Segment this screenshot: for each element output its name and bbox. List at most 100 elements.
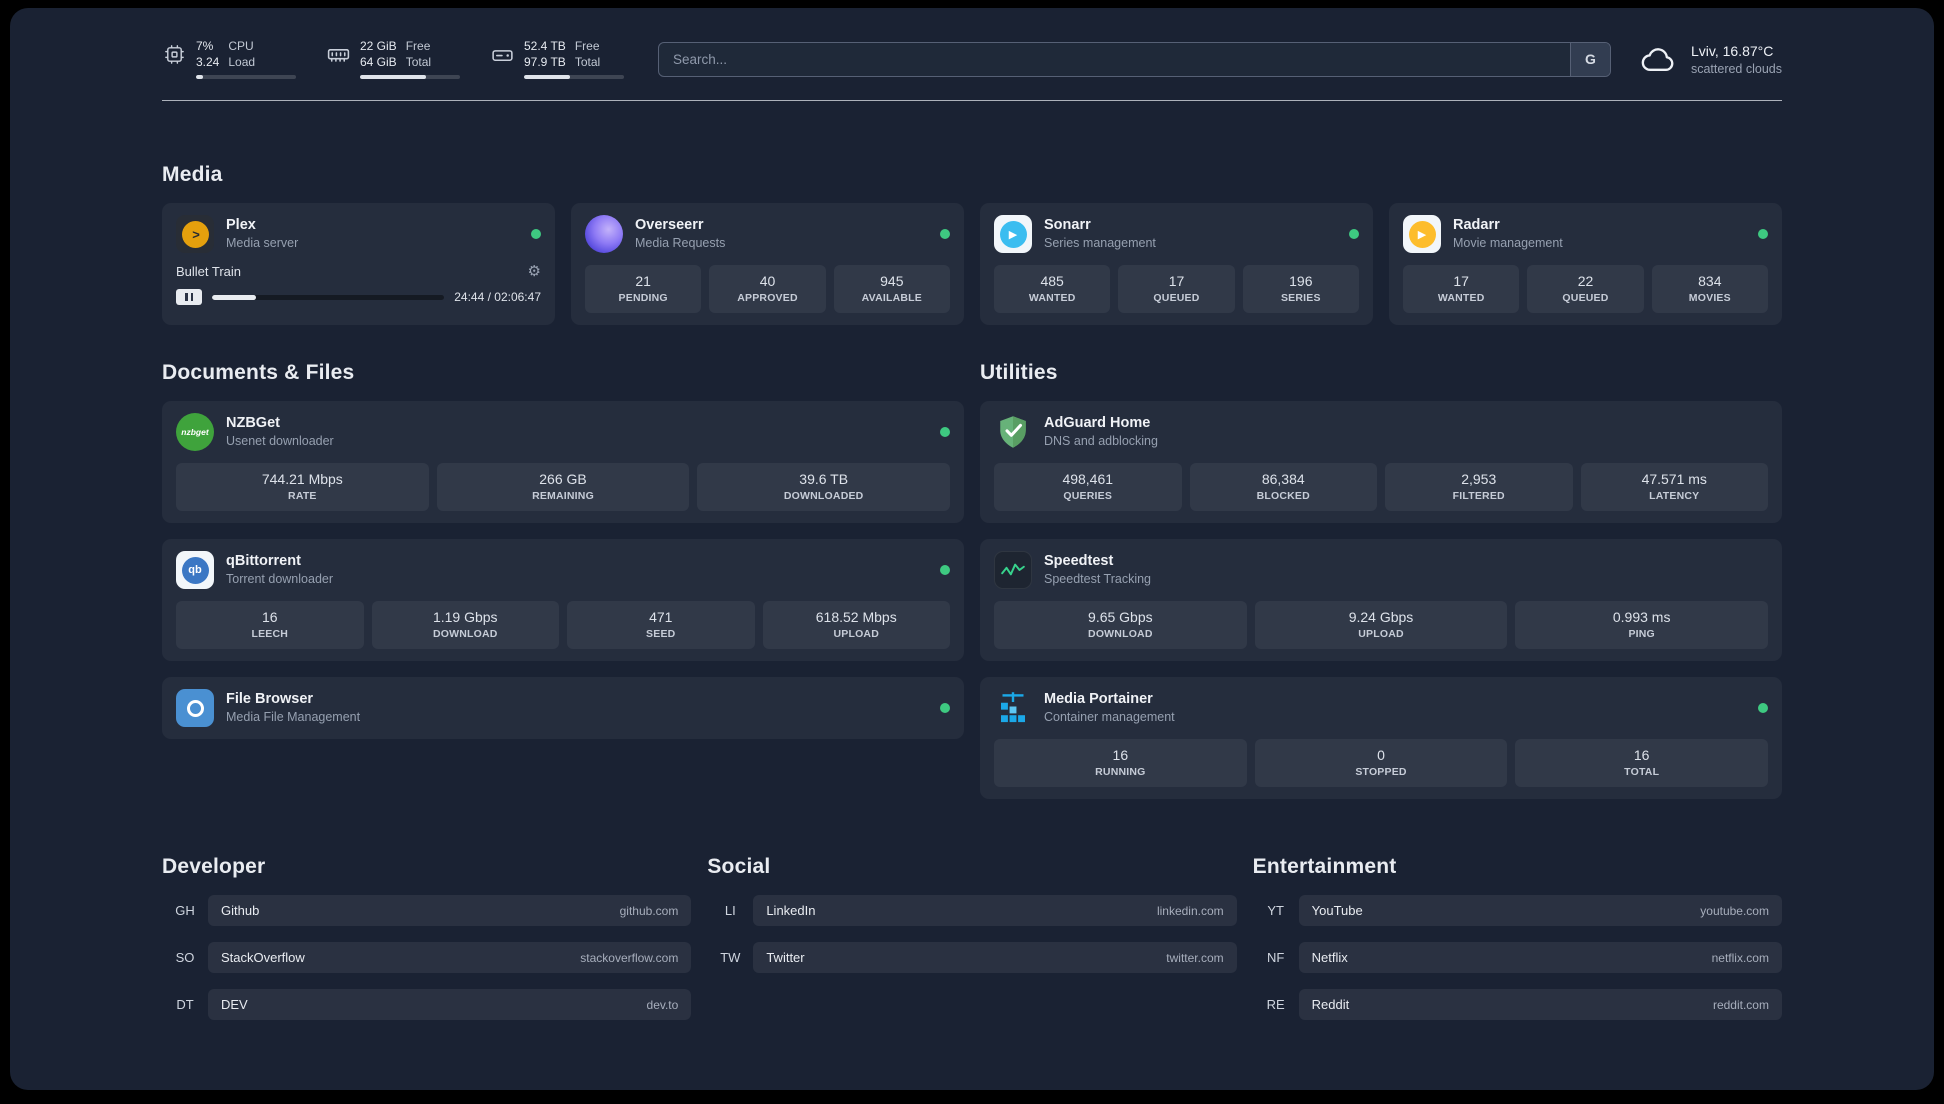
- service-subtitle: Media File Management: [226, 710, 361, 725]
- bookmark-body: Netflix netflix.com: [1298, 942, 1782, 973]
- status-dot: [531, 229, 541, 239]
- ram-usage-bar: [360, 75, 460, 80]
- stat-box: 196 SERIES: [1242, 265, 1359, 313]
- service-card-portainer[interactable]: Media Portainer Container management 16 …: [980, 677, 1782, 799]
- section-title-developer: Developer: [162, 855, 266, 878]
- stat-box: 86,384 BLOCKED: [1189, 463, 1377, 511]
- dashboard-window: 7% 3.24 CPU Load 22 GiB 64 GiB Free Tota…: [10, 8, 1934, 1090]
- section-utilities: Utilities AdGuard Home DNS and adblockin…: [980, 361, 1782, 799]
- disk-usage-bar: [524, 75, 624, 80]
- disk-values: 52.4 TB 97.9 TB: [524, 39, 566, 70]
- search-input[interactable]: [659, 42, 1570, 76]
- stat-box: 16 RUNNING: [994, 739, 1247, 787]
- bookmark-linkedin[interactable]: LI LinkedIn linkedin.com: [707, 895, 1237, 926]
- bookmark-body: Github github.com: [208, 895, 692, 926]
- status-dot: [1758, 229, 1768, 239]
- service-name: Plex: [226, 217, 256, 234]
- service-card-overseerr[interactable]: Overseerr Media Requests 21 PENDING 40 A…: [571, 203, 964, 325]
- filebrowser-icon: [176, 689, 214, 727]
- service-name: qBittorrent: [226, 553, 301, 570]
- status-dot: [940, 427, 950, 437]
- stat-box: 17 WANTED: [1403, 265, 1520, 313]
- stat-box: 471 SEED: [567, 601, 755, 649]
- adguard-shield-icon: [994, 413, 1032, 451]
- service-name: NZBGet: [226, 415, 280, 432]
- bookmark-dev[interactable]: DT DEV dev.to: [162, 989, 692, 1020]
- section-title-utilities: Utilities: [980, 361, 1058, 384]
- section-title-social: Social: [707, 855, 771, 878]
- cpu-values: 7% 3.24: [196, 39, 219, 70]
- stat-box: 16 LEECH: [176, 601, 364, 649]
- nzbget-icon: nzbget: [176, 413, 214, 451]
- gear-icon[interactable]: ⚙: [528, 264, 541, 279]
- cpu-labels: CPU Load: [228, 38, 256, 69]
- bookmark-github[interactable]: GH Github github.com: [162, 895, 692, 926]
- stat-box: 2,953 FILTERED: [1385, 463, 1573, 511]
- service-card-plex[interactable]: > Plex Media server Bullet Train ⚙ 24:44…: [162, 203, 555, 325]
- bookmark-netflix[interactable]: NF Netflix netflix.com: [1253, 942, 1782, 973]
- section-title-entertainment: Entertainment: [1252, 855, 1397, 878]
- service-subtitle: Media Requests: [635, 236, 726, 251]
- bookmark-stackoverflow[interactable]: SO StackOverflow stackoverflow.com: [162, 942, 692, 973]
- service-card-speedtest[interactable]: Speedtest Speedtest Tracking 9.65 Gbps D…: [980, 539, 1782, 661]
- service-subtitle: Container management: [1044, 710, 1175, 725]
- service-card-qbittorrent[interactable]: qb qBittorrent Torrent downloader 16 LEE…: [162, 539, 964, 661]
- speedtest-graph-icon: [994, 551, 1032, 589]
- stat-box: 9.24 Gbps UPLOAD: [1254, 601, 1508, 649]
- service-card-radarr[interactable]: ▶ Radarr Movie management 17 WANTED 22 Q…: [1389, 203, 1782, 325]
- disk-widget: 52.4 TB 97.9 TB Free Total: [490, 39, 624, 80]
- disk-free: 52.4 TB: [524, 38, 566, 53]
- stat-box: 40 APPROVED: [709, 265, 826, 313]
- top-bar: 7% 3.24 CPU Load 22 GiB 64 GiB Free Tota…: [162, 38, 1782, 80]
- service-subtitle: DNS and adblocking: [1044, 434, 1158, 449]
- playback-time: 24:44 / 02:06:47: [454, 290, 541, 304]
- section-developer: Developer GH Github github.com SO StackO…: [162, 855, 692, 1020]
- section-entertainment: Entertainment YT YouTube youtube.com NF …: [1253, 855, 1782, 1020]
- service-card-adguard[interactable]: AdGuard Home DNS and adblocking 498,461 …: [980, 401, 1782, 523]
- service-subtitle: Media server: [226, 236, 299, 251]
- stat-box: 945 AVAILABLE: [833, 265, 950, 313]
- service-card-sonarr[interactable]: ▶ Sonarr Series management 485 WANTED 17…: [980, 203, 1373, 325]
- section-title-media: Media: [162, 163, 223, 186]
- bookmark-reddit[interactable]: RE Reddit reddit.com: [1253, 989, 1782, 1020]
- status-dot: [940, 703, 950, 713]
- status-dot: [1758, 703, 1768, 713]
- playback-progress-bar[interactable]: [212, 294, 445, 300]
- bookmark-twitter[interactable]: TW Twitter twitter.com: [707, 942, 1237, 973]
- bookmark-youtube[interactable]: YT YouTube youtube.com: [1253, 895, 1782, 926]
- stat-box: 618.52 Mbps UPLOAD: [762, 601, 950, 649]
- overseerr-icon: [585, 215, 623, 253]
- bookmark-body: Twitter twitter.com: [753, 942, 1237, 973]
- search-provider-button[interactable]: G: [1569, 42, 1610, 76]
- service-card-nzbget[interactable]: nzbget NZBGet Usenet downloader 744.21 M…: [162, 401, 964, 523]
- disk-total: 97.9 TB: [524, 54, 566, 69]
- resource-monitors: 7% 3.24 CPU Load 22 GiB 64 GiB Free Tota…: [162, 38, 624, 80]
- service-card-filebrowser[interactable]: File Browser Media File Management: [162, 677, 964, 739]
- cpu-icon: [162, 42, 187, 67]
- status-dot: [1349, 229, 1359, 239]
- stat-box: 744.21 Mbps RATE: [176, 463, 429, 511]
- bookmark-abbr: RE: [1266, 997, 1285, 1012]
- weather-widget: Lviv, 16.87°C scattered clouds: [1637, 38, 1782, 80]
- stat-box: 0 STOPPED: [1254, 739, 1508, 787]
- pause-button[interactable]: [176, 289, 202, 305]
- plex-icon: >: [176, 215, 214, 253]
- stat-box: 47.571 ms LATENCY: [1580, 463, 1768, 511]
- bookmark-abbr: GH: [175, 903, 195, 918]
- bookmark-abbr: NF: [1266, 950, 1285, 965]
- bookmark-body: DEV dev.to: [208, 989, 692, 1020]
- service-name: File Browser: [226, 691, 314, 708]
- search-bar: G: [658, 41, 1611, 77]
- stat-box: 22 QUEUED: [1527, 265, 1644, 313]
- stat-box: 498,461 QUERIES: [994, 463, 1182, 511]
- stat-box: 834 MOVIES: [1651, 265, 1768, 313]
- weather-location: Lviv, 16.87°C: [1690, 42, 1774, 59]
- stat-box: 39.6 TB DOWNLOADED: [697, 463, 951, 511]
- bookmark-abbr: YT: [1267, 903, 1284, 918]
- now-playing-title: Bullet Train: [176, 264, 242, 279]
- bookmark-body: StackOverflow stackoverflow.com: [208, 942, 692, 973]
- stat-box: 16 TOTAL: [1515, 739, 1769, 787]
- ram-labels: Free Total: [405, 38, 432, 69]
- disk-icon: [490, 42, 515, 67]
- service-subtitle: Usenet downloader: [226, 434, 334, 449]
